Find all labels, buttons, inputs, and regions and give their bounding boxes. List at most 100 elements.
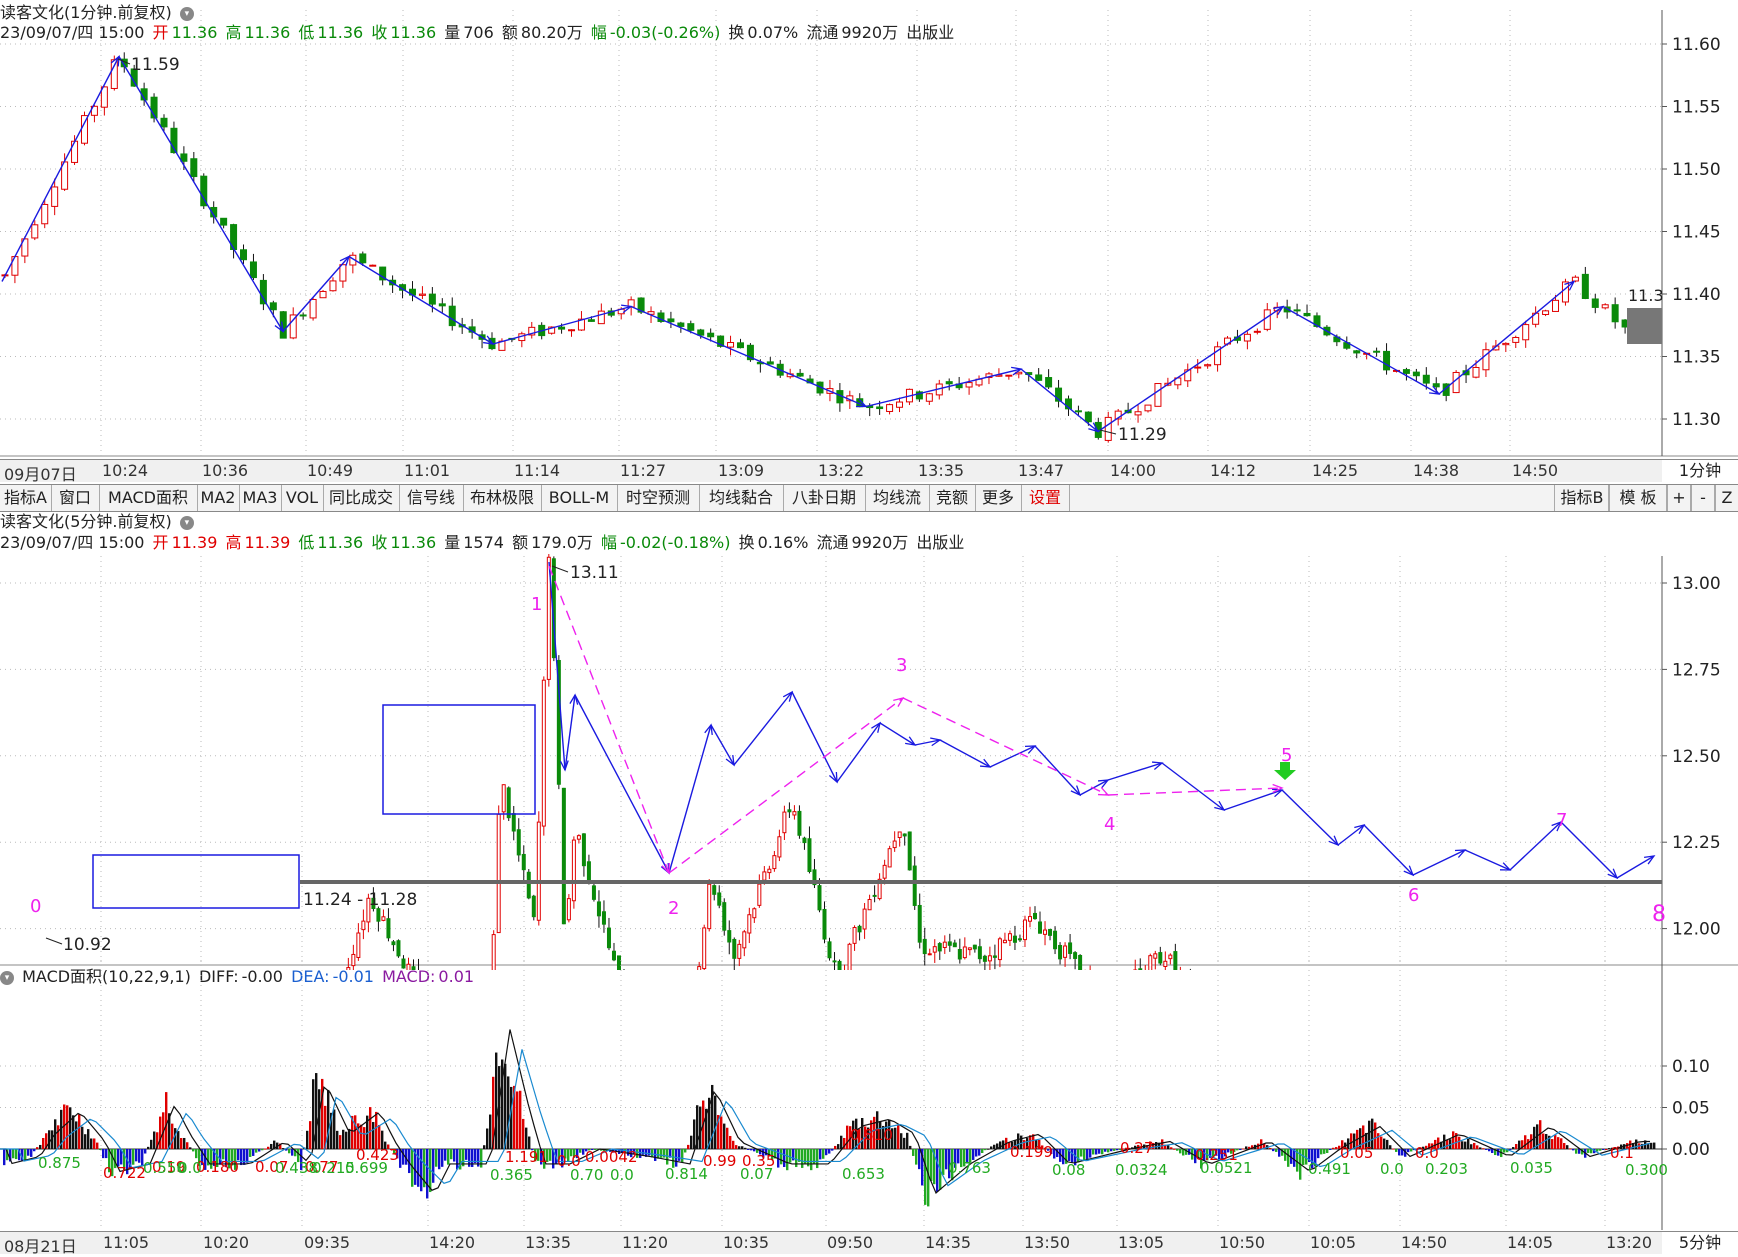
macd-histogram-bar [549,1149,552,1161]
macd-histogram-bar [291,1149,294,1156]
macd-histogram-bar [420,1149,423,1192]
macd-area-label-green: 0.0 [178,1159,202,1177]
macd-histogram-bar [519,1090,522,1149]
time-label: 14:35 [925,1233,972,1252]
macd-histogram-bar [456,1149,459,1170]
macd-histogram-bar [1479,1147,1482,1149]
macd-histogram-bar [30,1149,33,1157]
p2-candle [907,831,912,871]
macd-histogram-bar [912,1149,915,1156]
p2-zigzag-segment [1412,849,1466,876]
p2-candle [1043,929,1048,935]
macd-histogram-bar [87,1129,90,1149]
p2-candle [1027,916,1032,922]
chart-macd[interactable]: 0.100.050.000.722 0.19 0.180 0.07 0.770.423 1… [0,960,1738,1232]
macd-histogram-bar [1284,1149,1287,1161]
p2-wave-label: 0 [30,896,41,917]
p2-range-label: 11.24 - 11.28 [303,890,417,910]
macd-histogram-bar [57,1125,60,1149]
macd-histogram-bar [1155,1142,1158,1149]
macd-histogram-bar [435,1149,438,1167]
p2-candle [611,950,616,961]
p2-candle [752,908,757,919]
macd-area-label-green: 0.875 [38,1154,81,1172]
macd-histogram-bar [450,1149,453,1160]
macd-histogram-bar [165,1092,168,1149]
p2-candle [797,810,802,836]
time-label: 14:20 [429,1233,476,1252]
chart-5min[interactable]: 13.0012.7512.5012.2512.0011.7511.5011.25… [0,0,1738,970]
p2-wave-arrowhead [893,697,905,707]
macd-histogram-bar [444,1149,447,1161]
macd-histogram-bar [306,1130,309,1149]
macd-histogram-bar [1383,1138,1386,1149]
macd-tick-label: 0.05 [1672,1099,1710,1119]
macd-histogram-bar [1518,1140,1521,1149]
macd-histogram-bar [825,1149,828,1156]
macd-histogram-bar [255,1149,258,1153]
macd-histogram-bar [1320,1149,1323,1155]
macd-histogram-bar [1473,1142,1476,1149]
time-label: 13:35 [525,1233,572,1252]
macd-histogram-bar [282,1148,285,1150]
p2-tick-label: 12.50 [1672,747,1721,767]
macd-histogram-bar [1272,1149,1275,1152]
macd-histogram-bar [981,1149,984,1153]
p2-candle [787,809,792,813]
macd-histogram-bar [1083,1149,1086,1161]
macd-histogram-bar [1335,1147,1338,1149]
macd-histogram-bar [681,1149,684,1163]
macd-area-label-green: 0.653 [842,1165,885,1183]
p2-zigzag-segment [1281,789,1339,846]
macd-histogram-bar [837,1144,840,1149]
time-label: 14:05 [1507,1233,1554,1252]
macd-histogram-bar [897,1124,900,1149]
macd-histogram-bar [1476,1145,1479,1149]
macd-histogram-bar [924,1149,927,1205]
p2-zigzag-segment [1161,762,1225,811]
macd-histogram-bar [339,1135,342,1149]
macd-histogram-bar [39,1144,42,1149]
p2-candle [521,853,526,871]
macd-histogram-bar [1101,1149,1104,1155]
macd-area-label-green: 0.491 [1308,1160,1351,1178]
macd-histogram-bar [1599,1149,1602,1151]
macd-histogram-bar [1467,1138,1470,1149]
macd-histogram-bar [942,1149,945,1175]
p2-candle [902,833,907,837]
macd-histogram-bar [417,1149,420,1187]
p2-candle [1038,921,1043,934]
macd-histogram-bar [180,1138,183,1149]
macd-area-label-green: 0.699 [345,1159,388,1177]
macd-histogram-bar [159,1116,162,1149]
p2-candle [396,940,401,957]
macd-histogram-bar [1653,1142,1656,1149]
macd-histogram-bar [42,1137,45,1149]
p2-zigzag-segment [1223,789,1283,811]
p2-candle [717,892,722,906]
macd-histogram-bar [525,1127,528,1149]
macd-histogram-bar [687,1144,690,1149]
time-axis-5min: 08月21日 11:05 10:20 09:35 14:20 13:35 11:20 10:3… [0,1231,1662,1256]
macd-histogram-bar [816,1149,819,1169]
period-label-5min[interactable]: 5分钟 [1662,1231,1738,1254]
macd-histogram-bar [1509,1149,1512,1150]
macd-histogram-bar [744,1147,747,1149]
macd-histogram-bar [1452,1131,1455,1149]
p2-zigzag-segment [879,722,916,746]
p2-candle [516,829,521,856]
p2-candle [972,944,977,950]
macd-histogram-bar [726,1127,729,1149]
macd-histogram-bar [48,1130,51,1149]
p2-candle [531,895,536,918]
macd-area-label-green: 0.0324 [1115,1161,1168,1179]
macd-histogram-bar [639,1149,642,1158]
macd-histogram-bar [900,1133,903,1149]
macd-histogram-bar [1602,1149,1605,1150]
macd-histogram-bar [1569,1148,1572,1150]
p2-zigzag-segment [1107,762,1163,781]
macd-histogram-bar [1170,1147,1173,1149]
p2-candle [1153,953,1158,959]
macd-area-label-green: 0.70 [570,1166,603,1184]
macd-histogram-bar [1173,1148,1176,1150]
